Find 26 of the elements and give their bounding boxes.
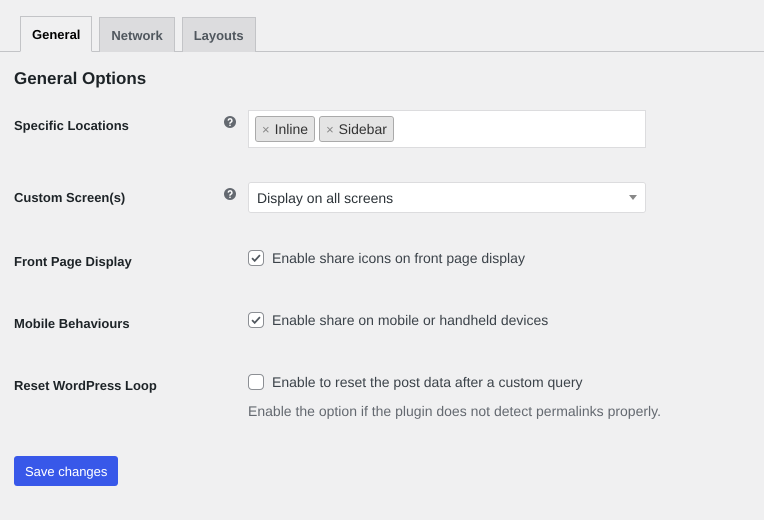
- remove-tag-button[interactable]: ×: [262, 122, 270, 136]
- screen-dropdown[interactable]: Display on all screens: [248, 182, 646, 213]
- setting-label: Custom Screen(s): [14, 189, 126, 207]
- description-text: Enable the option if the plugin does not detect permalinks properly.: [248, 403, 661, 419]
- caret-icon: [629, 195, 637, 200]
- tag: × Sidebar: [319, 116, 394, 142]
- checkbox[interactable]: [248, 374, 264, 390]
- save-button[interactable]: Save changes: [14, 456, 118, 486]
- help-icon[interactable]: [224, 116, 236, 128]
- tab[interactable]: General: [20, 16, 92, 52]
- setting-label: Mobile Behaviours: [14, 315, 131, 333]
- checkbox[interactable]: [248, 312, 264, 328]
- checkbox-label: Enable share on mobile or handheld devices: [272, 312, 548, 328]
- tag: × Inline: [255, 116, 316, 142]
- setting-label: Reset WordPress Loop: [14, 377, 158, 395]
- checkbox-label: Enable to reset the post data after a custom query: [272, 374, 583, 390]
- checkbox-label: Enable share icons on front page display: [272, 250, 525, 266]
- tab[interactable]: Layouts: [182, 17, 256, 52]
- checkbox[interactable]: [248, 250, 264, 266]
- tab[interactable]: Network: [99, 17, 175, 52]
- setting-label: Specific Locations: [14, 117, 130, 135]
- help-icon[interactable]: [224, 188, 236, 200]
- tags-field[interactable]: × Inline × Sidebar: [248, 110, 646, 148]
- section-heading: General Options: [14, 69, 148, 90]
- remove-tag-button[interactable]: ×: [326, 122, 334, 136]
- setting-label: Front Page Display: [14, 253, 133, 271]
